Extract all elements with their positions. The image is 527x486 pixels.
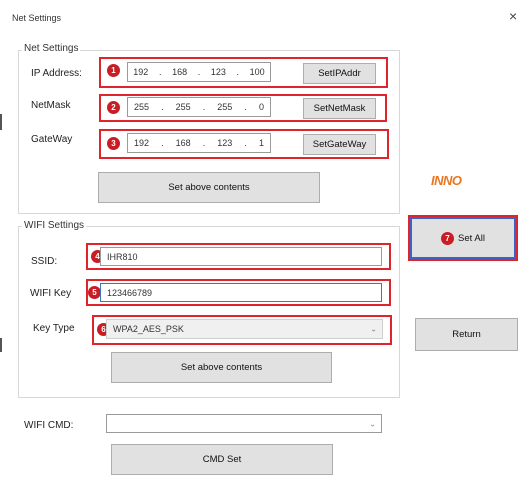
net-settings-title: Net Settings	[22, 43, 81, 54]
window-edge	[0, 338, 2, 352]
set-all-button[interactable]: 7 Set All	[408, 215, 518, 261]
wifi-cmd-label: WIFI CMD:	[24, 420, 74, 431]
ip-octet: 168	[172, 67, 188, 77]
netmask-field[interactable]: 255. 255. 255. 0	[127, 97, 271, 117]
chevron-down-icon[interactable]: ⌄	[370, 325, 377, 334]
set-ip-addr-button[interactable]: SetIPAddr	[303, 63, 376, 84]
wifi-cmd-select[interactable]: ⌄	[106, 414, 382, 433]
ip-octet: 168	[175, 138, 191, 148]
ip-dot: .	[202, 138, 206, 148]
ip-dot: .	[158, 67, 162, 77]
set-net-contents-button[interactable]: Set above contents	[98, 172, 320, 203]
key-type-select[interactable]: WPA2_AES_PSK ⌄	[106, 319, 383, 339]
ip-dot: .	[161, 102, 164, 112]
close-icon[interactable]: ×	[509, 9, 517, 23]
ip-octet: 100	[249, 67, 265, 77]
ip-octet: 0	[258, 102, 264, 112]
ip-dot: .	[244, 138, 247, 148]
step-badge-1: 1	[107, 64, 120, 77]
netmask-label: NetMask	[31, 100, 71, 111]
brand-logo: INNO	[431, 173, 462, 188]
set-gateway-button[interactable]: SetGateWay	[303, 134, 376, 155]
ip-address-field[interactable]: 192. 168. 123. 100	[127, 62, 271, 82]
wifi-settings-title: WIFI Settings	[22, 220, 87, 231]
ssid-label: SSID:	[31, 256, 58, 267]
ip-octet: 192	[134, 138, 150, 148]
wifi-key-input[interactable]: 123466789	[100, 283, 382, 302]
key-type-label: Key Type	[33, 323, 75, 334]
set-all-label: Set All	[458, 232, 485, 244]
ip-dot: .	[244, 102, 247, 112]
ip-octet: 123	[217, 138, 233, 148]
step-badge-7: 7	[441, 231, 455, 245]
ip-dot: .	[202, 102, 206, 112]
ip-octet: 255	[217, 102, 233, 112]
chevron-down-icon[interactable]: ⌄	[369, 419, 376, 428]
ssid-input[interactable]: IHR810	[100, 247, 382, 266]
window-title: Net Settings	[12, 13, 62, 23]
ip-octet: 1	[258, 138, 264, 148]
window-edge	[0, 114, 2, 130]
ip-dot: .	[197, 67, 201, 77]
return-button[interactable]: Return	[415, 318, 518, 351]
ip-dot: .	[161, 138, 164, 148]
ip-octet: 255	[134, 102, 150, 112]
ip-octet: 255	[175, 102, 191, 112]
gateway-field[interactable]: 192. 168. 123. 1	[127, 133, 271, 153]
ip-address-label: IP Address:	[31, 68, 82, 79]
cmd-set-button[interactable]: CMD Set	[111, 444, 333, 475]
ip-dot: .	[236, 67, 239, 77]
gateway-label: GateWay	[31, 134, 73, 145]
step-badge-3: 3	[107, 137, 120, 150]
ip-octet: 192	[133, 67, 149, 77]
key-type-value: WPA2_AES_PSK	[113, 324, 184, 334]
wifi-key-label: WIFI Key	[30, 288, 72, 299]
set-netmask-button[interactable]: SetNetMask	[303, 98, 376, 119]
set-wifi-contents-button[interactable]: Set above contents	[111, 352, 332, 383]
ip-octet: 123	[210, 67, 226, 77]
step-badge-2: 2	[107, 101, 120, 114]
